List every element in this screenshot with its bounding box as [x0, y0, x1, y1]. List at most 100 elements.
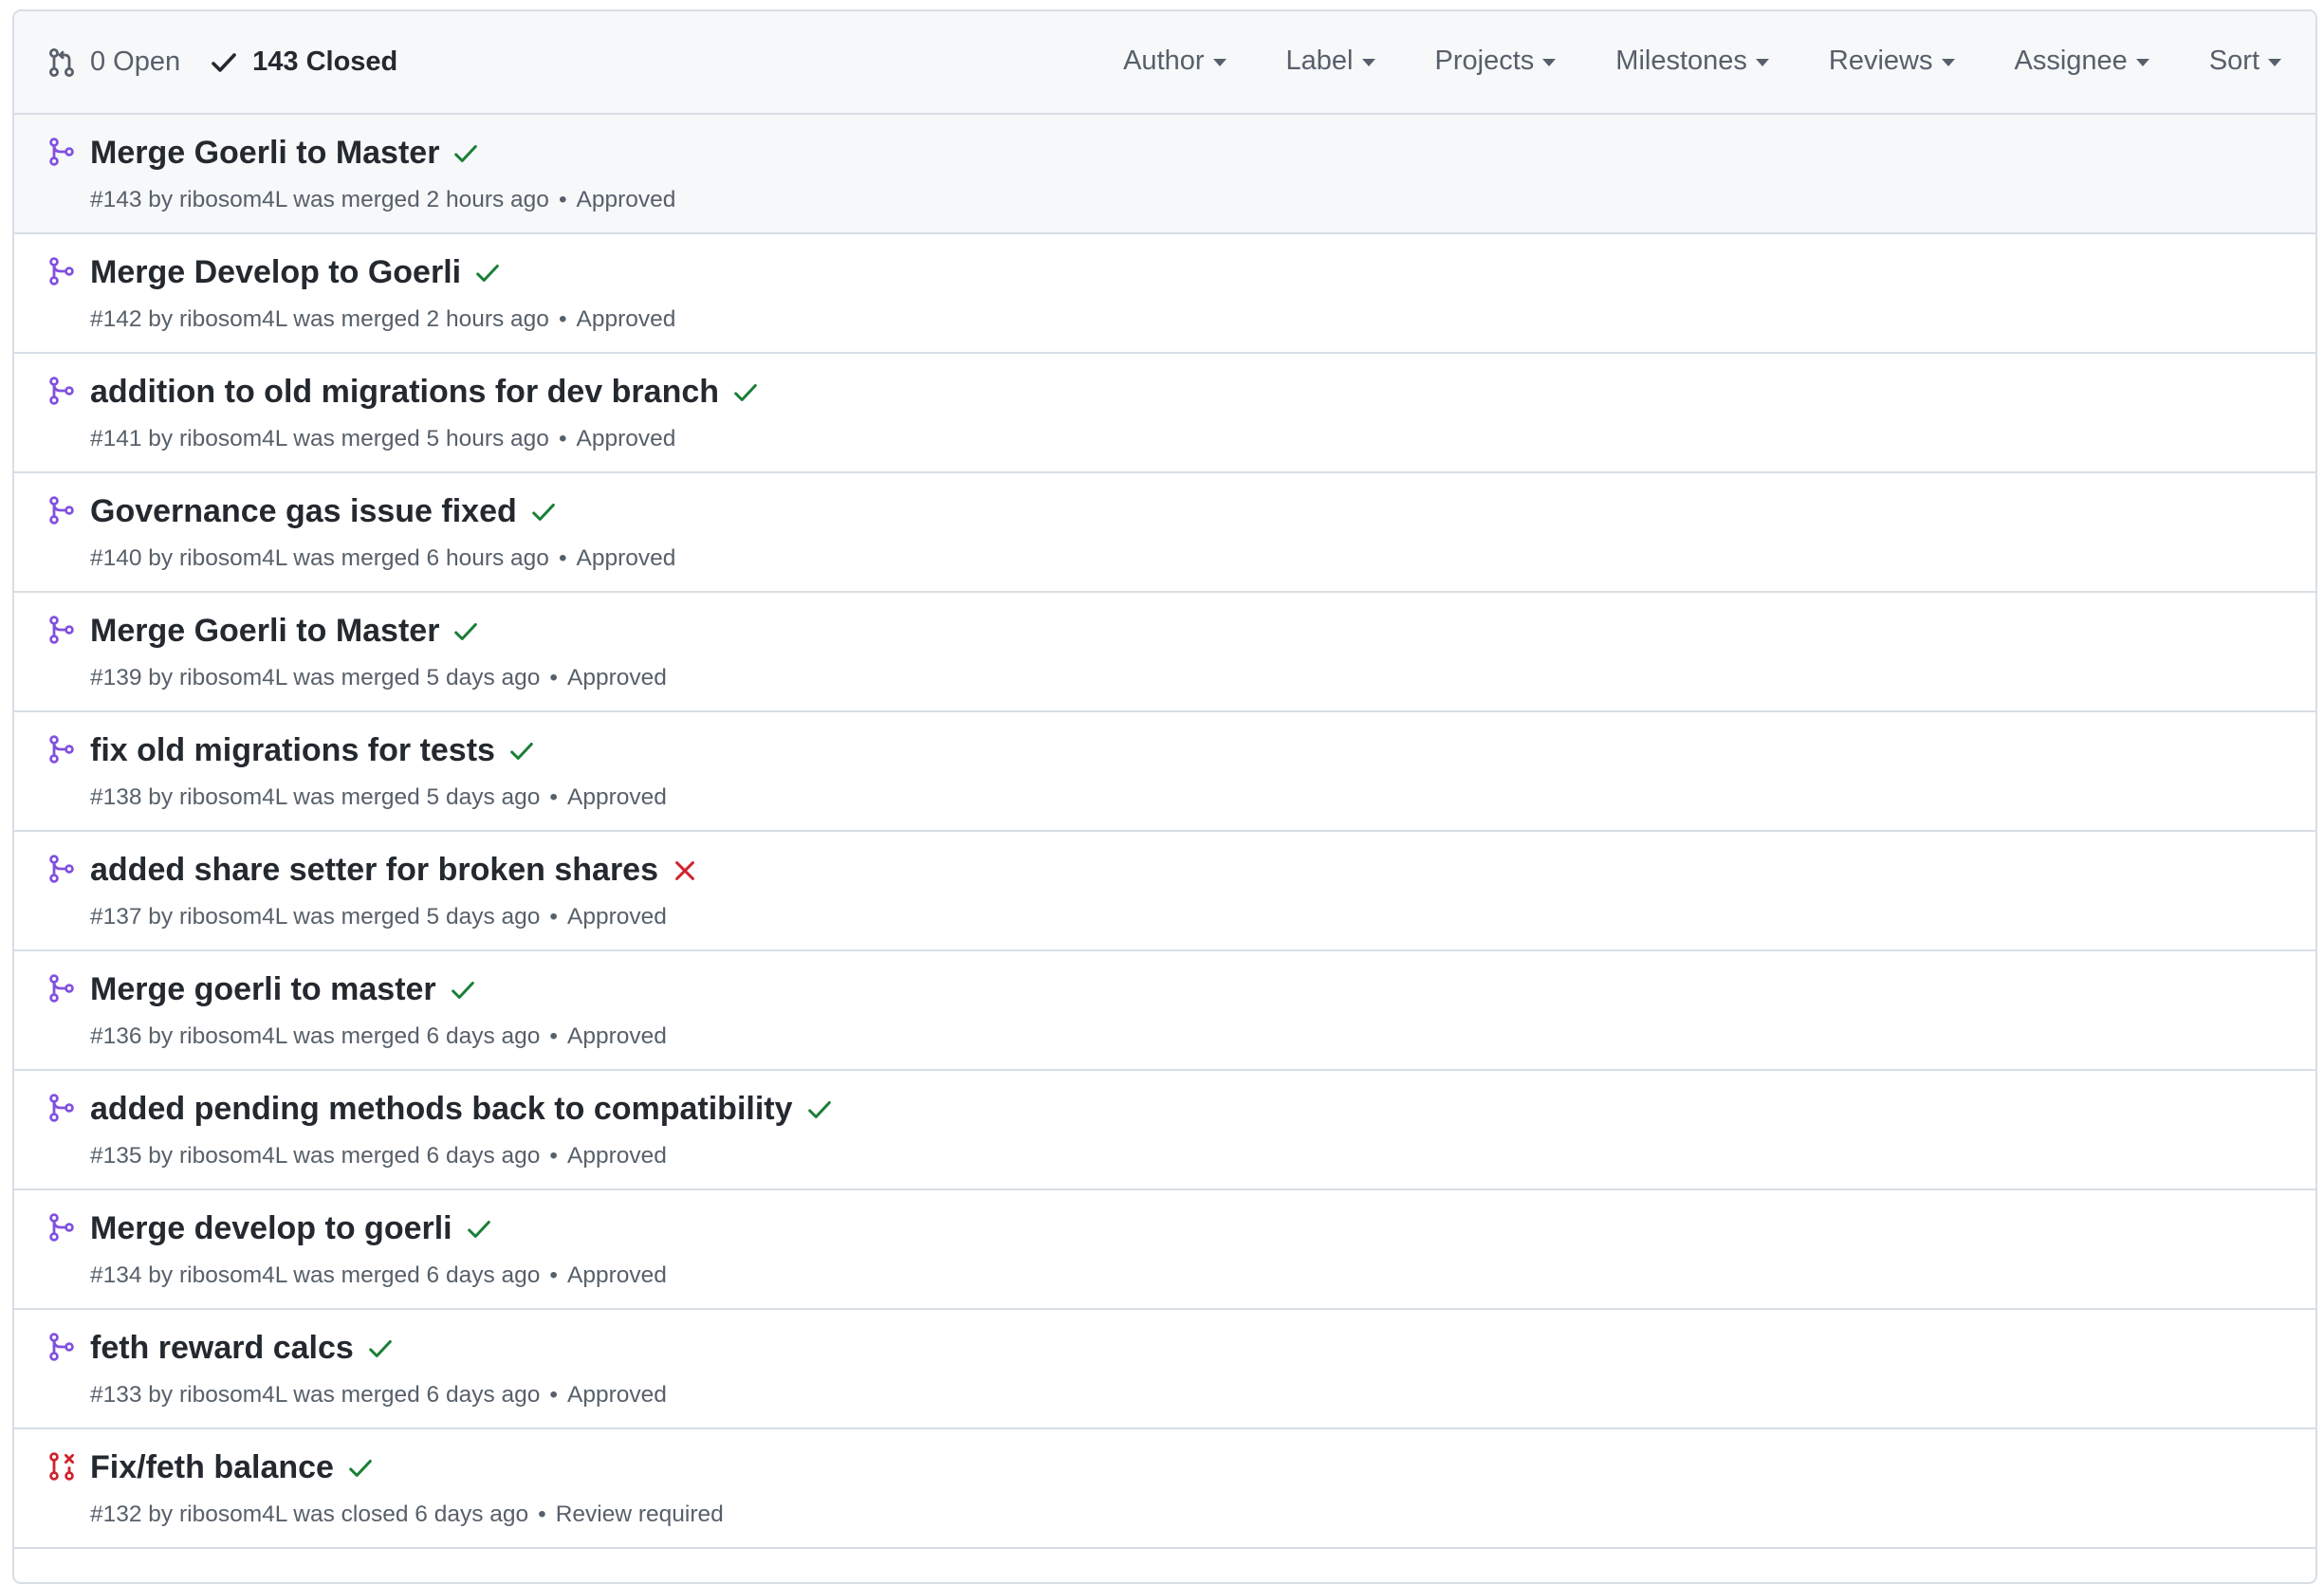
pull-request-title-link[interactable]: Merge Develop to Goerli [90, 254, 461, 291]
title-line: added share setter for broken shares [90, 852, 700, 889]
meta-text: #139 by ribosom4L was merged 5 days ago [90, 665, 541, 691]
check-icon[interactable] [528, 497, 559, 527]
pull-request-title-link[interactable]: fix old migrations for tests [90, 732, 495, 769]
pull-request-title-link[interactable]: Merge Goerli to Master [90, 135, 439, 172]
git-merge-icon [46, 615, 77, 645]
title-line: added pending methods back to compatibil… [90, 1091, 835, 1128]
pull-request-list: 0 Open 143 Closed Author Label Projects Mil… [12, 9, 2317, 1584]
filter-milestones-dropdown[interactable]: Milestones [1615, 46, 1769, 77]
pull-request-row[interactable]: Merge goerli to master #136 by ribosom4L … [14, 951, 2315, 1071]
pull-request-title-link[interactable]: Fix/feth balance [90, 1449, 334, 1486]
separator-dot: • [558, 306, 567, 332]
review-status-link[interactable]: Approved [567, 1382, 667, 1408]
title-line: addition to old migrations for dev branc… [90, 374, 761, 411]
pull-request-row[interactable]: added share setter for broken shares #137… [14, 832, 2315, 951]
meta-text: #140 by ribosom4L was merged 6 hours ago [90, 545, 549, 571]
git-merge-icon [46, 973, 77, 1004]
meta-text: #137 by ribosom4L was merged 5 days ago [90, 904, 541, 930]
filter-sort-dropdown[interactable]: Sort [2209, 46, 2281, 77]
pull-request-title-link[interactable]: Merge goerli to master [90, 971, 436, 1008]
meta-text: #135 by ribosom4L was merged 6 days ago [90, 1143, 541, 1169]
caret-down-icon [1361, 59, 1375, 66]
filter-author-dropdown[interactable]: Author [1123, 46, 1227, 77]
git-merge-icon [46, 256, 77, 286]
pull-request-row[interactable]: fix old migrations for tests #138 by ribo… [14, 712, 2315, 832]
pull-request-meta: #142 by ribosom4L was merged 2 hours ago… [90, 306, 675, 333]
pull-request-meta: #133 by ribosom4L was merged 6 days ago •… [90, 1382, 667, 1409]
review-status-link[interactable]: Approved [577, 545, 676, 571]
pull-request-title-link[interactable]: Governance gas issue fixed [90, 493, 517, 530]
title-line: Merge Goerli to Master [90, 135, 481, 172]
review-status-link[interactable]: Approved [567, 1262, 667, 1288]
pull-request-title-link[interactable]: Merge develop to goerli [90, 1210, 452, 1247]
filter-bar: Author Label Projects Milestones Reviews Assi… [1063, 11, 2281, 111]
closed-filter-link[interactable]: 143 Closed [209, 46, 397, 78]
pull-request-title-link[interactable]: added share setter for broken shares [90, 852, 658, 889]
review-status-link[interactable]: Approved [567, 904, 667, 930]
title-line: Fix/feth balance [90, 1449, 376, 1486]
review-status-link[interactable]: Approved [577, 426, 676, 451]
separator-dot: • [549, 665, 558, 691]
caret-down-icon [2135, 59, 2149, 66]
meta-text: #132 by ribosom4L was closed 6 days ago [90, 1501, 529, 1527]
git-pull-request-icon [49, 47, 74, 77]
check-icon[interactable] [730, 378, 761, 408]
x-icon[interactable] [670, 856, 700, 886]
pull-request-meta: #136 by ribosom4L was merged 6 days ago •… [90, 1023, 667, 1050]
check-icon[interactable] [472, 258, 503, 288]
pull-request-row[interactable]: Merge Develop to Goerli #142 by ribosom4L… [14, 234, 2315, 354]
pull-request-row[interactable]: Fix/feth balance #132 by ribosom4L was cl… [14, 1429, 2315, 1549]
title-line: Merge Goerli to Master [90, 613, 481, 650]
check-icon[interactable] [451, 617, 481, 647]
check-icon[interactable] [448, 975, 478, 1005]
review-status-link[interactable]: Approved [567, 1143, 667, 1169]
pull-request-meta: #143 by ribosom4L was merged 2 hours ago… [90, 187, 675, 213]
caret-down-icon [1755, 59, 1769, 66]
closed-count-label: 143 Closed [252, 46, 398, 77]
title-line: Governance gas issue fixed [90, 493, 559, 530]
check-icon[interactable] [507, 736, 537, 766]
review-status-link[interactable]: Approved [567, 665, 667, 691]
pull-request-title-link[interactable]: addition to old migrations for dev branc… [90, 374, 719, 411]
pull-request-row[interactable]: Governance gas issue fixed #140 by riboso… [14, 473, 2315, 593]
check-icon[interactable] [451, 138, 481, 169]
state-toggles: 0 Open 143 Closed [46, 46, 397, 78]
separator-dot: • [549, 1382, 558, 1408]
separator-dot: • [558, 187, 567, 212]
review-status-link[interactable]: Approved [577, 306, 676, 332]
check-icon[interactable] [345, 1453, 376, 1483]
list-header: 0 Open 143 Closed Author Label Projects Mil… [14, 11, 2315, 115]
check-icon[interactable] [365, 1334, 396, 1364]
filter-projects-dropdown[interactable]: Projects [1435, 46, 1557, 77]
pull-request-row[interactable]: addition to old migrations for dev branc… [14, 354, 2315, 473]
git-merge-icon [46, 495, 77, 525]
check-icon[interactable] [804, 1095, 835, 1125]
review-status-link[interactable]: Approved [577, 187, 676, 212]
pull-request-title-link[interactable]: feth reward calcs [90, 1330, 354, 1367]
review-status-link[interactable]: Approved [567, 1023, 667, 1049]
filter-label-dropdown[interactable]: Label [1286, 46, 1375, 77]
caret-down-icon [1941, 59, 1955, 66]
git-merge-icon [46, 1093, 77, 1123]
filter-reviews-dropdown[interactable]: Reviews [1829, 46, 1955, 77]
pull-request-meta: #141 by ribosom4L was merged 5 hours ago… [90, 426, 675, 452]
filter-label: Sort [2208, 46, 2259, 76]
filter-label: Reviews [1828, 46, 1933, 76]
review-status-link[interactable]: Review required [556, 1501, 724, 1527]
pull-request-title-link[interactable]: added pending methods back to compatibil… [90, 1091, 793, 1128]
separator-dot: • [538, 1501, 546, 1527]
filter-label: Assignee [2014, 46, 2128, 76]
pull-request-meta: #137 by ribosom4L was merged 5 days ago •… [90, 904, 667, 930]
pull-request-row[interactable]: added pending methods back to compatibil… [14, 1071, 2315, 1190]
filter-assignee-dropdown[interactable]: Assignee [2015, 46, 2149, 77]
pull-request-row[interactable]: feth reward calcs #133 by ribosom4L was m… [14, 1310, 2315, 1429]
pull-request-row[interactable]: Merge Goerli to Master #139 by ribosom4L … [14, 593, 2315, 712]
open-filter-link[interactable]: 0 Open [46, 46, 180, 78]
pull-request-row[interactable]: Merge develop to goerli #134 by ribosom4L… [14, 1190, 2315, 1310]
separator-dot: • [549, 1023, 558, 1049]
pull-request-title-link[interactable]: Merge Goerli to Master [90, 613, 439, 650]
separator-dot: • [558, 545, 567, 571]
check-icon[interactable] [464, 1214, 494, 1244]
review-status-link[interactable]: Approved [567, 784, 667, 810]
pull-request-row[interactable]: Merge Goerli to Master #143 by ribosom4L … [14, 115, 2315, 234]
